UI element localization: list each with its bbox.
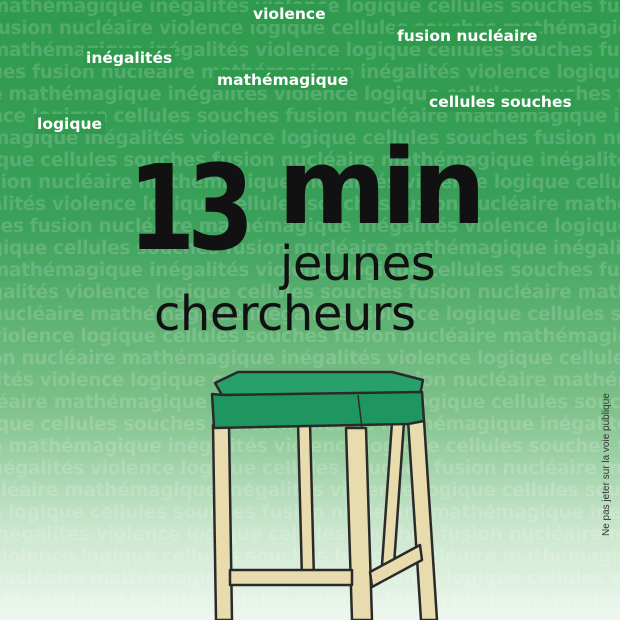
poster: mathémagique inégalités violence logique… bbox=[0, 0, 620, 620]
stool-seat-front bbox=[210, 390, 426, 430]
stool-front-left-leg bbox=[211, 423, 234, 620]
stool-front-mid-leg bbox=[344, 426, 374, 620]
stool-rail-left bbox=[228, 568, 354, 587]
stool-back-right-leg bbox=[380, 420, 406, 567]
stool-seat bbox=[210, 370, 426, 430]
side-note: Ne pas jeter sur la voie publique bbox=[601, 393, 612, 536]
stool-legs bbox=[211, 418, 439, 620]
stool-back-left-leg bbox=[296, 420, 316, 582]
stool-front-right-leg bbox=[406, 418, 439, 620]
stool-illustration bbox=[210, 370, 439, 620]
